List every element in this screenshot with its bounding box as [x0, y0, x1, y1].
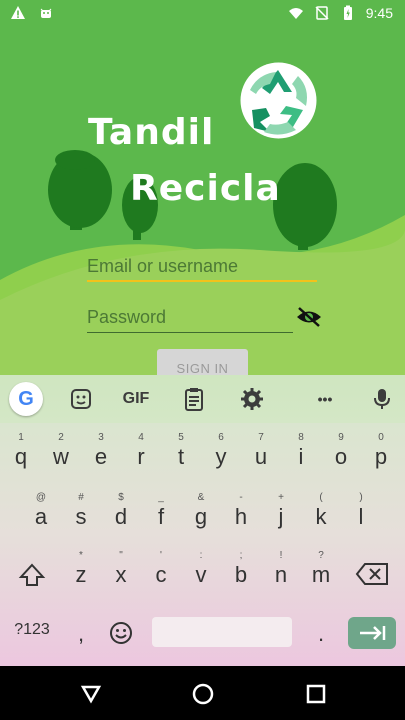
hide-password-icon[interactable]	[296, 306, 322, 328]
clipboard-icon[interactable]	[181, 387, 207, 411]
app-title-line1: Tandil	[88, 112, 215, 153]
app-title-line2: Recicla	[130, 168, 281, 209]
sticker-icon[interactable]	[68, 387, 94, 411]
key-m[interactable]: ? m	[302, 548, 340, 594]
google-icon[interactable]: G	[9, 382, 43, 416]
key-w[interactable]: 2w	[42, 430, 80, 476]
key-f[interactable]: _ f	[142, 490, 180, 536]
key-d[interactable]: $ d	[102, 490, 140, 536]
key-l[interactable]: ) l	[342, 490, 380, 536]
key-c[interactable]: ' c	[142, 548, 180, 594]
keyboard-toolbar: G GIF •••	[0, 375, 405, 423]
home-icon[interactable]	[191, 682, 215, 706]
email-input[interactable]	[87, 256, 317, 277]
key-i[interactable]: 8i	[282, 430, 320, 476]
key-r[interactable]: 4r	[122, 430, 160, 476]
key-q[interactable]: 1q	[2, 430, 40, 476]
key-period[interactable]: .	[302, 607, 340, 653]
key-b[interactable]: ; b	[222, 548, 260, 594]
gif-button[interactable]: GIF	[118, 387, 154, 411]
soft-keyboard: G GIF ••• 1q 2w 3e 4r 5t 6y 7u 8i 9o 0p …	[0, 375, 405, 666]
key-comma[interactable]: ,	[62, 607, 100, 653]
next-action-icon[interactable]	[348, 617, 396, 649]
key-z[interactable]: * z	[62, 548, 100, 594]
clock: 9:45	[365, 5, 393, 21]
more-options-icon[interactable]: •••	[309, 387, 341, 411]
space-bar[interactable]	[152, 617, 292, 647]
key-s[interactable]: # s	[62, 490, 100, 536]
shift-icon[interactable]	[12, 560, 52, 590]
key-o[interactable]: 9o	[322, 430, 360, 476]
key-u[interactable]: 7u	[242, 430, 280, 476]
login-screen: 9:45 Tandil Recicla SIGN IN	[0, 0, 405, 375]
backspace-icon[interactable]	[355, 562, 389, 586]
key-j[interactable]: + j	[262, 490, 300, 536]
recycle-logo-icon	[240, 62, 317, 139]
key-t[interactable]: 5t	[162, 430, 200, 476]
sign-in-button[interactable]: SIGN IN	[157, 349, 248, 375]
key-a[interactable]: @ a	[22, 490, 60, 536]
recents-icon[interactable]	[305, 683, 327, 705]
key-x[interactable]: " x	[102, 548, 140, 594]
battery-icon	[343, 5, 352, 20]
key-k[interactable]: (k	[302, 490, 340, 536]
key-h[interactable]: -h	[222, 490, 260, 536]
key-p[interactable]: 0p	[362, 430, 400, 476]
emoji-icon[interactable]	[108, 620, 134, 646]
password-input[interactable]	[87, 307, 293, 328]
microphone-icon[interactable]	[369, 387, 395, 411]
key-y[interactable]: 6y	[202, 430, 240, 476]
system-navigation-bar	[0, 666, 405, 720]
key-g[interactable]: & g	[182, 490, 220, 536]
symbols-key[interactable]: ?123	[8, 607, 56, 653]
no-sim-icon	[315, 6, 329, 20]
settings-gear-icon[interactable]	[239, 387, 265, 411]
status-bar: 9:45	[0, 0, 405, 28]
back-icon[interactable]	[80, 683, 102, 705]
android-icon	[40, 8, 52, 18]
password-field[interactable]	[87, 307, 293, 333]
key-e[interactable]: 3e	[82, 430, 120, 476]
email-field[interactable]	[87, 256, 317, 282]
warning-icon	[11, 6, 25, 19]
wifi-icon	[288, 8, 303, 19]
key-v[interactable]: :v	[182, 548, 220, 594]
key-n[interactable]: ! n	[262, 548, 300, 594]
